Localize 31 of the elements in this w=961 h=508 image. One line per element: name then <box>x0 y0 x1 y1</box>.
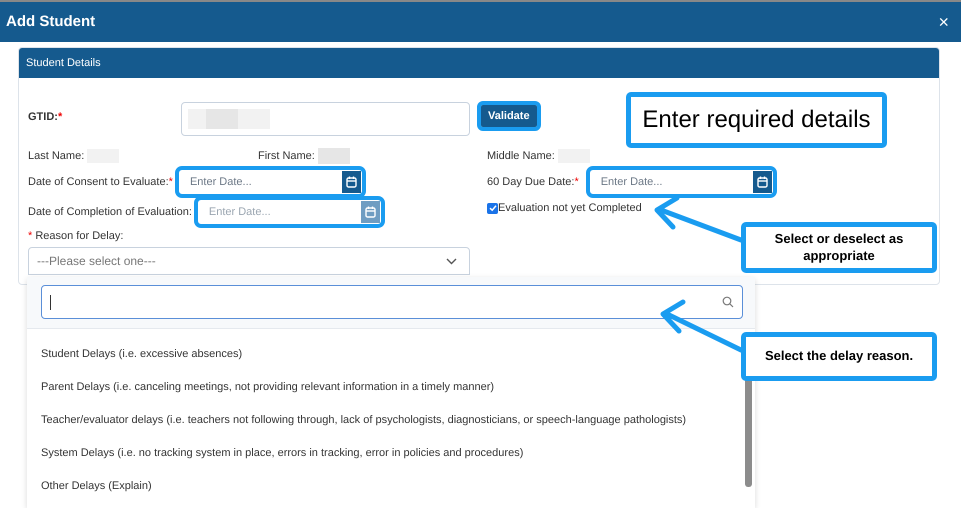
dropdown-option[interactable]: System Delays (i.e. no tracking system in place, errors in tracking, error in policies and procedures) <box>27 437 755 470</box>
calendar-icon <box>756 176 768 188</box>
select-placeholder: ---Please select one--- <box>37 253 156 270</box>
calendar-icon <box>346 176 357 188</box>
checkbox-label: Evaluation not yet Completed <box>498 201 642 216</box>
field-label: 60 Day Due Date:* <box>487 174 579 190</box>
field-label: Date of Completion of Evaluation: <box>28 204 192 220</box>
callout-tooltip: Enter required details <box>626 92 887 148</box>
chevron-icon <box>446 258 457 265</box>
close-button[interactable]: × <box>934 13 953 31</box>
field-label: Middle Name: <box>487 148 555 164</box>
section-title: Student Details <box>26 56 101 71</box>
redacted-value <box>318 148 350 164</box>
dropdown-option[interactable]: Teacher/evaluator delays (i.e. teachers not following through, lack of psychologists, diagnosticians, or speech-language pathologists) <box>27 404 755 437</box>
field-label: Date of Consent to Evaluate:* <box>28 174 173 190</box>
calendar-icon <box>364 206 376 218</box>
validate-button[interactable]: Validate <box>481 104 537 128</box>
field-label: First Name: <box>258 148 315 164</box>
gtid-field[interactable] <box>181 102 470 136</box>
search-icon <box>722 296 734 308</box>
reason-select[interactable]: ---Please select one--- <box>28 247 470 276</box>
field-label: GTID:* <box>28 110 64 125</box>
field-label: Last Name: <box>28 148 84 164</box>
callout-tooltip: Select the delay reason. <box>741 332 937 381</box>
checkbox[interactable] <box>487 202 498 214</box>
field-label: * Reason for Delay: <box>28 230 124 242</box>
dropdown-option[interactable]: Other Delays (Explain) <box>27 470 755 503</box>
search-field[interactable] <box>41 285 743 319</box>
dialog-title: Add Student <box>6 12 96 32</box>
callout-tooltip: Select or deselect as appropriate <box>741 222 937 273</box>
text-cursor <box>50 294 51 310</box>
